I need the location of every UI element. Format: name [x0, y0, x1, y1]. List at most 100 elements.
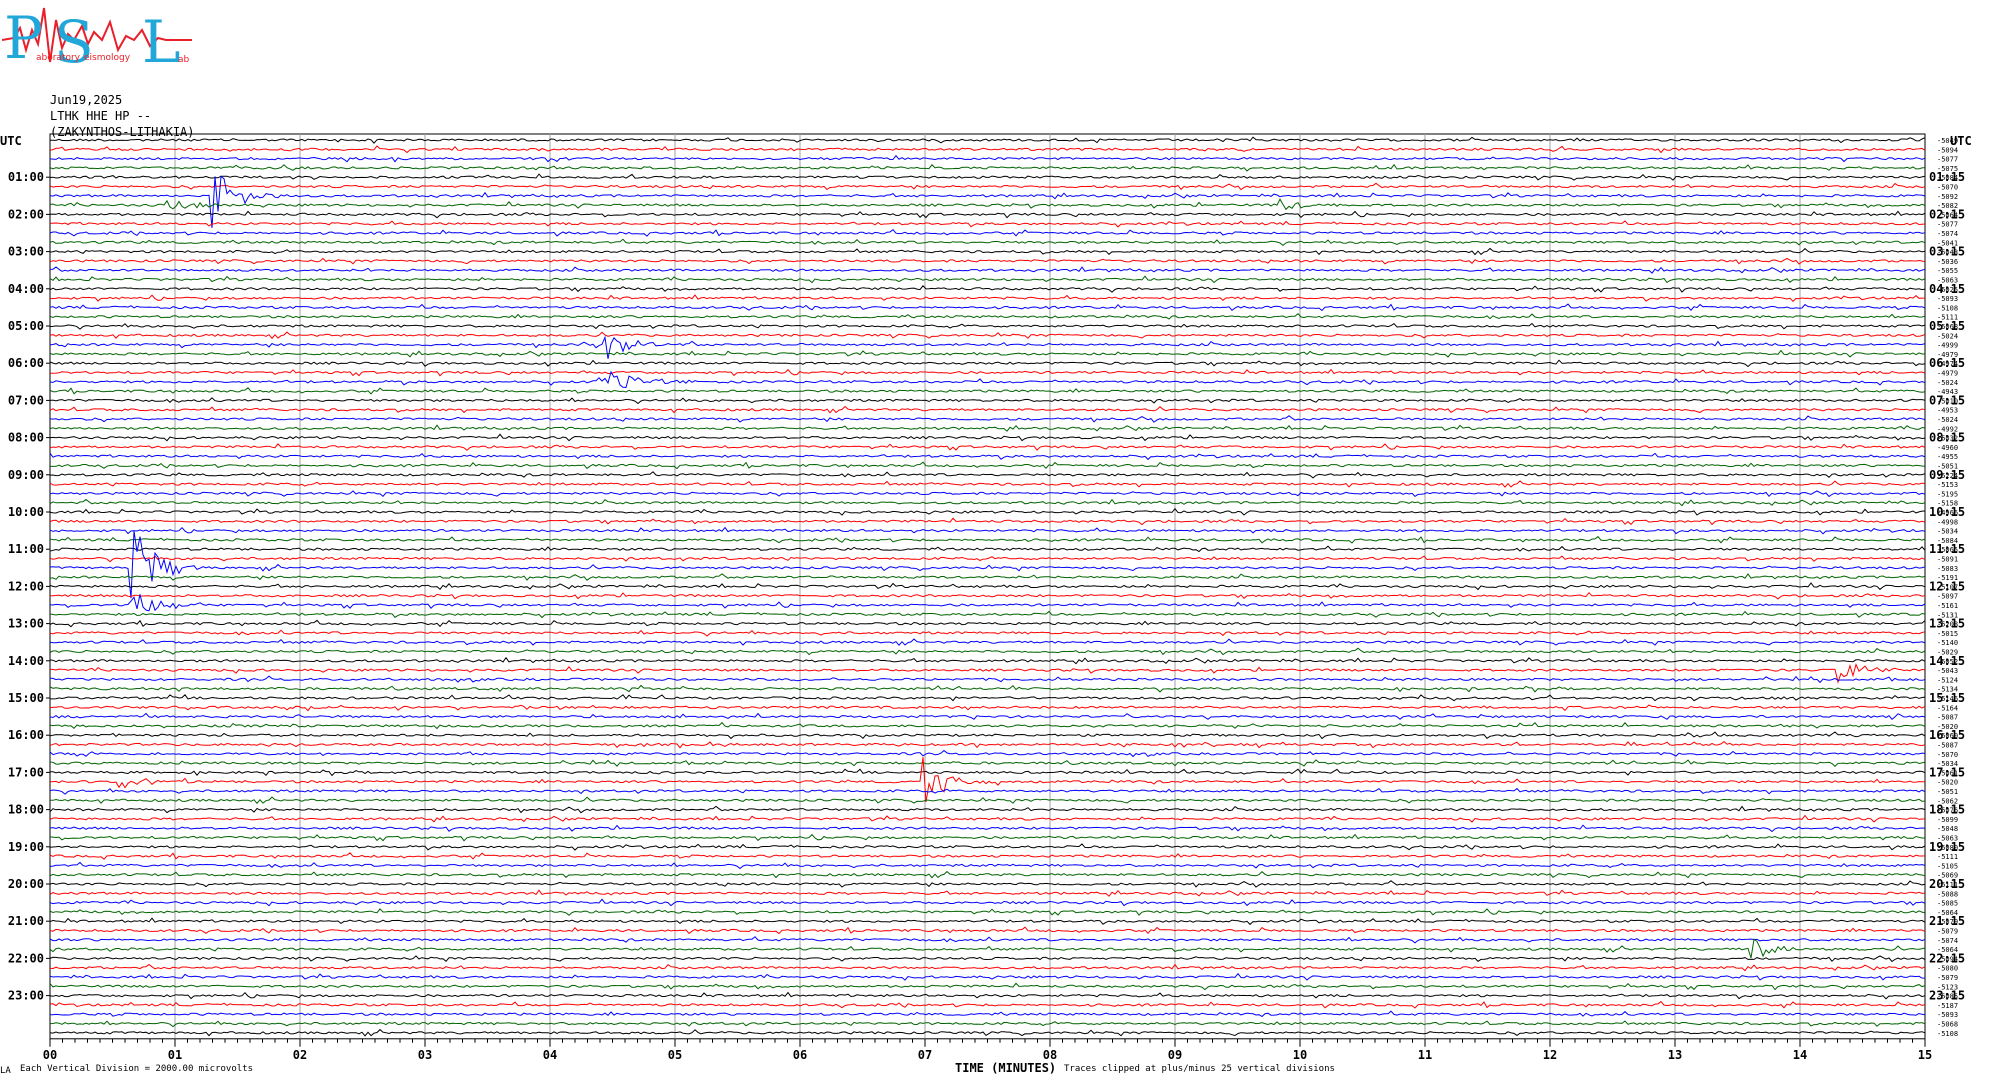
seismic-trace [49, 610, 1926, 619]
hour-label-right: 08:15 [1929, 431, 1965, 445]
trace-offset-label: -5043 [1937, 667, 1958, 675]
seismic-trace [49, 972, 1926, 981]
hour-label-left: 19:00 [8, 840, 44, 854]
seismic-trace [49, 619, 1926, 628]
trace-offset-label: -4999 [1937, 342, 1958, 350]
trace-offset-label: -5088 [1937, 890, 1958, 898]
x-tick-label: 07 [918, 1048, 932, 1062]
seismic-trace [49, 982, 1926, 991]
seismic-trace [50, 461, 1926, 470]
trace-offset-label: -5195 [1937, 490, 1958, 498]
seismic-trace [49, 405, 1926, 414]
hour-label-left: 14:00 [8, 654, 44, 668]
trace-offset-label: -5079 [1937, 928, 1958, 936]
seismic-trace [49, 843, 1926, 851]
trace-offset-label: -5099 [1937, 816, 1958, 824]
trace-offset-label: -5140 [1937, 639, 1958, 647]
trace-offset-label: -5093 [1937, 1011, 1958, 1019]
seismic-trace [49, 331, 1926, 340]
hour-label-right: 18:15 [1929, 803, 1965, 817]
x-tick-label: 09 [1168, 1048, 1182, 1062]
seismic-trace [49, 1000, 1926, 1009]
seismic-trace [49, 880, 1926, 888]
x-tick-label: 00 [43, 1048, 57, 1062]
seismic-trace [49, 938, 1926, 959]
trace-offset-label: -5087 [1937, 742, 1958, 750]
seismic-trace [49, 908, 1926, 916]
seismic-trace [49, 335, 1926, 359]
seismic-trace [49, 368, 1926, 377]
x-tick-label: 01 [168, 1048, 182, 1062]
seismic-trace [50, 591, 1926, 600]
hour-label-left: 04:00 [8, 282, 44, 296]
trace-offset-label: -5087 [1937, 714, 1958, 722]
x-tick-label: 05 [668, 1048, 682, 1062]
hour-label-left: 13:00 [8, 617, 44, 631]
x-tick-label: 15 [1918, 1048, 1932, 1062]
hour-label-right: 10:15 [1929, 505, 1965, 519]
seismic-trace [49, 740, 1926, 749]
trace-offset-label: -5074 [1937, 937, 1958, 945]
seismic-trace [49, 257, 1926, 265]
trace-offset-label: -5048 [1937, 825, 1958, 833]
hour-label-left: 16:00 [8, 728, 44, 742]
seismic-trace [49, 238, 1926, 247]
seismic-trace [49, 173, 1926, 181]
seismic-trace [49, 824, 1926, 833]
hour-label-left: 09:00 [8, 468, 44, 482]
seismic-trace [49, 656, 1926, 665]
hour-label-right: 14:15 [1929, 654, 1965, 668]
hour-label-right: 12:15 [1929, 579, 1965, 593]
x-tick-label: 13 [1668, 1048, 1682, 1062]
seismic-trace [49, 266, 1926, 274]
hour-label-right: 09:15 [1929, 468, 1965, 482]
hour-label-left: 23:00 [8, 989, 44, 1003]
seismic-trace [49, 294, 1925, 303]
trace-offset-label: -5105 [1937, 862, 1958, 870]
seismic-trace [49, 712, 1926, 720]
trace-offset-label: -5111 [1937, 853, 1958, 861]
trace-offset-label: -5024 [1937, 379, 1958, 387]
seismic-trace [50, 694, 1926, 702]
seismic-trace [49, 582, 1926, 591]
seismic-trace [49, 647, 1926, 656]
x-tick-label: 02 [293, 1048, 307, 1062]
hour-label-right: 23:15 [1929, 989, 1965, 1003]
hour-label-right: 19:15 [1929, 840, 1965, 854]
hour-label-left: 18:00 [8, 803, 44, 817]
seismic-trace [49, 433, 1926, 442]
hour-label-right: 21:15 [1929, 914, 1965, 928]
trace-offset-label: -5085 [1937, 900, 1958, 908]
trace-offset-label: -5015 [1937, 630, 1958, 638]
x-tick-label: 11 [1418, 1048, 1432, 1062]
trace-offset-label: -5187 [1937, 1002, 1958, 1010]
trace-offset-label: -5097 [1937, 593, 1958, 601]
seismic-trace [49, 889, 1926, 897]
hour-label-left: 11:00 [8, 542, 44, 556]
seismic-trace [49, 1020, 1926, 1028]
seismic-trace [49, 490, 1926, 498]
seismic-trace [49, 704, 1926, 712]
hour-label-left: 06:00 [8, 356, 44, 370]
hour-label-left: 07:00 [8, 393, 44, 407]
seismic-trace [49, 182, 1926, 191]
trace-offset-label: -5108 [1937, 304, 1958, 312]
seismic-trace [49, 555, 1926, 563]
hour-label-right: 07:15 [1929, 393, 1965, 407]
seismic-trace [49, 805, 1926, 814]
seismic-trace [49, 535, 1926, 544]
trace-offset-label: -5068 [1937, 1021, 1958, 1029]
seismic-trace [49, 675, 1926, 684]
hour-label-left: 10:00 [8, 505, 44, 519]
trace-offset-label: -4979 [1937, 370, 1958, 378]
hour-label-left: 15:00 [8, 691, 44, 705]
seismic-trace [49, 852, 1926, 860]
trace-offset-label: -5024 [1937, 332, 1958, 340]
hour-label-right: 13:15 [1929, 617, 1965, 631]
seismic-trace [49, 198, 1926, 211]
seismic-trace [49, 220, 1926, 228]
trace-offset-label: -5070 [1937, 751, 1958, 759]
hour-label-right: 22:15 [1929, 951, 1965, 965]
seismic-trace [49, 749, 1926, 758]
clip-note: Traces clipped at plus/minus 25 vertical… [1064, 1064, 1335, 1074]
